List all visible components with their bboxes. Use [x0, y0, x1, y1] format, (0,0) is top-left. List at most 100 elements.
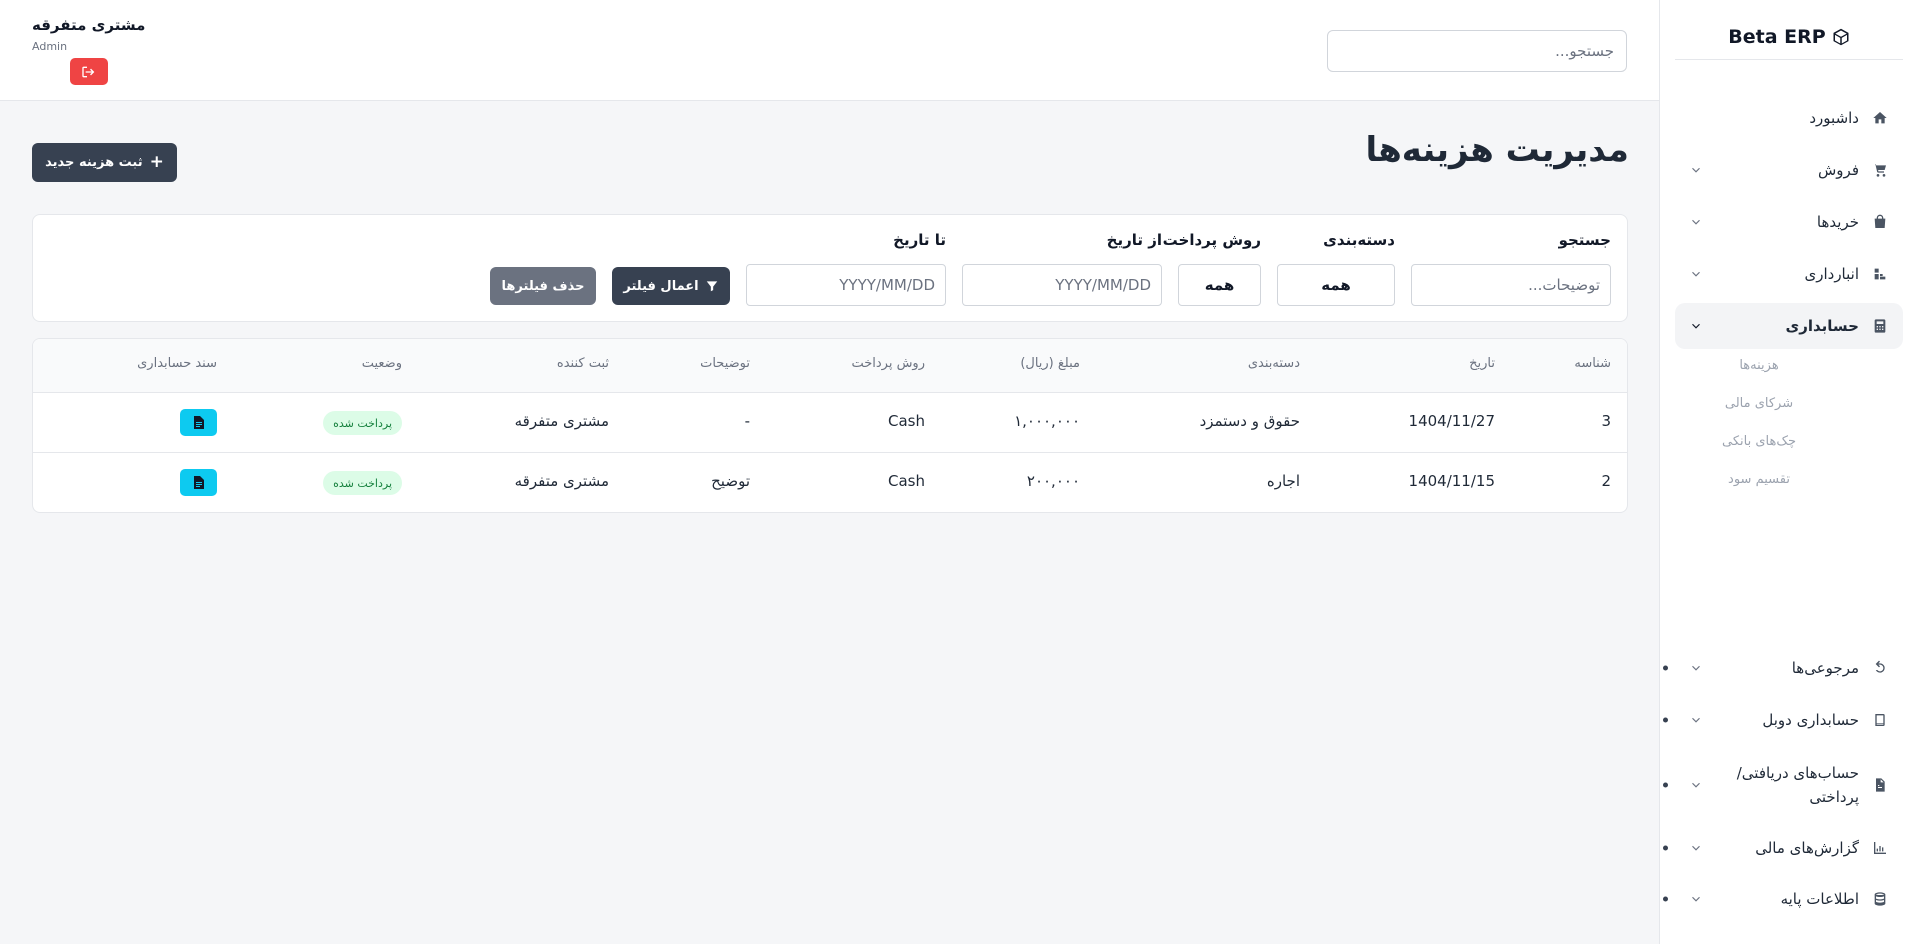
cell-creator: مشتری متفرقه — [514, 472, 609, 490]
filter-to-date-input[interactable] — [746, 264, 946, 306]
sidebar-item-base-info[interactable]: اطلاعات پایه — [1663, 885, 1903, 913]
filter-search-input[interactable] — [1411, 264, 1611, 306]
sidebar-subitem-bank-checks[interactable]: چک‌های بانکی — [1675, 434, 1903, 449]
sidebar-item-purchases[interactable]: خریدها — [1675, 208, 1903, 236]
sidebar-item-sales[interactable]: فروش — [1675, 156, 1903, 184]
sidebar-item-returns[interactable]: مرجوعی‌ها — [1663, 654, 1903, 682]
warehouse-icon — [1871, 265, 1889, 283]
chevron-down-icon — [1689, 841, 1703, 855]
bullet-dot — [1663, 845, 1668, 851]
sidebar-item-receivables-payables[interactable]: حساب‌های دریافتی/ پرداختی — [1663, 758, 1903, 812]
filter-payment-select[interactable]: همه — [1178, 264, 1261, 306]
cell-amount: ۱,۰۰۰,۰۰۰ — [1014, 412, 1080, 430]
cell-category: اجاره — [1266, 472, 1300, 490]
filter-search-label: جستجو — [1558, 231, 1611, 249]
status-badge: پرداخت شده — [323, 411, 402, 435]
filter-payment-label: روش پرداخت — [1162, 231, 1261, 249]
cart-icon — [1871, 161, 1889, 179]
chevron-down-icon — [1689, 713, 1703, 727]
bullet-dot — [1663, 717, 1668, 723]
column-header-description: توضیحات — [700, 356, 750, 371]
bullet-dot — [1663, 782, 1668, 788]
sidebar-subitem-partners[interactable]: شرکای مالی — [1675, 396, 1903, 411]
table-header: شناسه تاریخ دسته‌بندی مبلغ (ریال) روش پر… — [33, 339, 1627, 393]
shopping-bag-icon — [1871, 213, 1889, 231]
sidebar-item-label: داشبورد — [1809, 109, 1859, 127]
column-header-amount: مبلغ (ریال) — [1020, 356, 1080, 371]
bullet-dot — [1663, 665, 1668, 671]
chart-icon — [1871, 839, 1889, 857]
plus-icon: + — [149, 152, 164, 172]
book-icon — [1871, 711, 1889, 729]
filter-from-date-input[interactable] — [962, 264, 1162, 306]
expenses-table: شناسه تاریخ دسته‌بندی مبلغ (ریال) روش پر… — [32, 338, 1628, 513]
cell-amount: ۲۰۰,۰۰۰ — [1026, 472, 1080, 490]
cell-description: - — [744, 412, 750, 430]
sidebar-item-label: اطلاعات پایه — [1780, 890, 1859, 908]
sidebar-item-label: فروش — [1817, 161, 1859, 179]
sidebar-item-warehouse[interactable]: انبارداری — [1675, 260, 1903, 288]
sidebar-subitem-expenses[interactable]: هزینه‌ها — [1675, 358, 1903, 373]
cell-date: 1404/11/27 — [1408, 412, 1495, 430]
topbar: مشتری متفرقه Admin — [0, 0, 1659, 101]
apply-filter-button[interactable]: اعمال فیلتر — [612, 267, 730, 305]
clear-filters-button[interactable]: حذف فیلترها — [490, 267, 596, 305]
table-row[interactable]: 2 1404/11/15 اجاره ۲۰۰,۰۰۰ Cash توضیح مش… — [33, 453, 1627, 512]
chevron-down-icon — [1689, 163, 1703, 177]
sidebar-item-label: حسابداری دوبل — [1762, 711, 1859, 729]
apply-filter-label: اعمال فیلتر — [623, 278, 699, 294]
accounting-document-button[interactable] — [180, 409, 217, 436]
column-header-date: تاریخ — [1469, 356, 1495, 371]
filter-from-date-label: از تاریخ — [1106, 231, 1162, 249]
logout-icon — [82, 66, 95, 77]
sidebar-item-financial-reports[interactable]: گزارش‌های مالی — [1663, 834, 1903, 862]
sidebar-subitem-profit-sharing[interactable]: تقسیم سود — [1675, 472, 1903, 487]
cell-description: توضیح — [711, 472, 750, 490]
cell-category: حقوق و دستمزد — [1199, 412, 1300, 430]
status-badge: پرداخت شده — [323, 471, 402, 495]
cell-id: 2 — [1601, 472, 1611, 490]
brand-name: Beta ERP — [1728, 25, 1826, 48]
chevron-down-icon — [1689, 778, 1703, 792]
document-icon — [193, 476, 204, 489]
filter-to-date-label: تا تاریخ — [893, 231, 946, 249]
invoice-icon — [1871, 776, 1889, 794]
sidebar-item-double-entry[interactable]: حسابداری دوبل — [1663, 706, 1903, 734]
chevron-down-icon — [1689, 661, 1703, 675]
table-row[interactable]: 3 1404/11/27 حقوق و دستمزد ۱,۰۰۰,۰۰۰ Cas… — [33, 393, 1627, 453]
sidebar-item-dashboard[interactable]: داشبورد — [1675, 104, 1903, 132]
filter-icon — [706, 281, 717, 292]
filter-category-select[interactable]: همه — [1277, 264, 1395, 306]
cell-id: 3 — [1601, 412, 1611, 430]
chevron-down-icon — [1689, 319, 1703, 333]
brand-logo[interactable]: Beta ERP — [1675, 14, 1903, 60]
column-header-id: شناسه — [1574, 356, 1611, 371]
filter-category-label: دسته‌بندی — [1323, 231, 1395, 249]
database-icon — [1871, 890, 1889, 908]
global-search-input[interactable] — [1327, 30, 1627, 72]
sidebar-item-accounting[interactable]: حسابداری — [1675, 303, 1903, 349]
cube-icon — [1833, 28, 1849, 45]
cell-date: 1404/11/15 — [1408, 472, 1495, 490]
user-name: مشتری متفرقه — [32, 16, 146, 34]
sidebar-item-label: خریدها — [1816, 213, 1859, 231]
undo-icon — [1871, 659, 1889, 677]
cell-creator: مشتری متفرقه — [514, 412, 609, 430]
add-expense-label: ثبت هزینه جدید — [45, 155, 143, 170]
home-icon — [1871, 109, 1889, 127]
sidebar-item-label: حسابداری — [1785, 317, 1859, 335]
column-header-creator: ثبت کننده — [556, 356, 609, 371]
sidebar-item-label: مرجوعی‌ها — [1791, 659, 1859, 677]
accounting-document-button[interactable] — [180, 469, 217, 496]
calculator-icon — [1871, 317, 1889, 335]
column-header-category: دسته‌بندی — [1247, 356, 1300, 371]
column-header-accounting-document: سند حسابداری — [137, 356, 217, 371]
add-expense-button[interactable]: + ثبت هزینه جدید — [32, 143, 177, 182]
sidebar-item-label: حساب‌های دریافتی/ پرداختی — [1736, 764, 1859, 806]
cell-payment-method: Cash — [888, 472, 925, 490]
sidebar: Beta ERP داشبورد فروش خریدها انبارداری ح… — [1659, 0, 1919, 944]
logout-button[interactable] — [70, 58, 108, 85]
column-header-payment-method: روش پرداخت — [851, 356, 925, 371]
bullet-dot — [1663, 896, 1668, 902]
chevron-down-icon — [1689, 892, 1703, 906]
